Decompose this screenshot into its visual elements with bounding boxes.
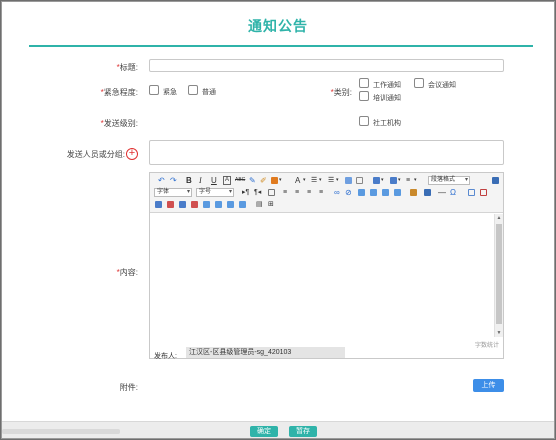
clear-format-icon[interactable]: ✐	[260, 176, 267, 185]
italic-icon[interactable]: I	[199, 176, 202, 185]
paragraph-format-select[interactable]: 段落格式	[428, 176, 470, 185]
chevron-down-icon[interactable]: ▾	[336, 176, 339, 185]
attachment-label: 附件:	[119, 383, 138, 392]
scroll-thumb[interactable]	[496, 224, 502, 324]
align-center-icon[interactable]: ≡	[295, 188, 299, 197]
insert-image-icon[interactable]	[410, 189, 417, 196]
row-spacing-top-icon[interactable]	[373, 177, 380, 184]
insert-row-icon[interactable]	[155, 201, 162, 208]
insert-table-icon[interactable]	[468, 189, 475, 196]
delete-table-icon[interactable]	[480, 189, 487, 196]
insert-col-icon[interactable]	[179, 201, 186, 208]
ordered-list-icon[interactable]: ☰	[311, 176, 317, 185]
delete-row-icon[interactable]	[167, 201, 174, 208]
horizontal-rule-icon[interactable]: —	[438, 188, 446, 197]
underline-icon[interactable]: U	[211, 176, 217, 185]
editor-toolbar: ↶ ↷ B I U A ABC ✎ ✐ ▾ A ▾ ☰ ▾ ☰ ▾ ▾ ▾ ≡ …	[150, 173, 503, 213]
delete-col-icon[interactable]	[191, 201, 198, 208]
clear-doc-icon[interactable]	[356, 177, 363, 184]
chevron-down-icon[interactable]: ▾	[414, 176, 417, 185]
chevron-down-icon[interactable]: ▾	[398, 176, 401, 185]
rich-text-editor: ↶ ↷ B I U A ABC ✎ ✐ ▾ A ▾ ☰ ▾ ☰ ▾ ▾ ▾ ≡ …	[149, 172, 504, 360]
merge-down-icon[interactable]	[227, 201, 234, 208]
word-count-label: 字数统计	[474, 343, 499, 349]
bold-icon[interactable]: B	[186, 176, 192, 185]
image-none-icon[interactable]	[370, 189, 377, 196]
merge-cells-icon[interactable]	[203, 201, 210, 208]
merge-right-icon[interactable]	[215, 201, 222, 208]
category-work-checkbox[interactable]	[359, 78, 369, 88]
row-spacing-bottom-icon[interactable]	[390, 177, 397, 184]
image-right-icon[interactable]	[382, 189, 389, 196]
urgency-label: *紧急程度:	[100, 88, 138, 97]
recipients-input[interactable]	[149, 140, 504, 165]
special-chars-icon[interactable]: Ω	[450, 188, 456, 197]
chevron-down-icon[interactable]: ▾	[319, 176, 322, 185]
auto-layout-icon[interactable]	[271, 177, 278, 184]
send-level-social-checkbox[interactable]	[359, 116, 369, 126]
editor-content-area[interactable]	[150, 214, 503, 336]
add-recipient-icon[interactable]: +	[126, 148, 138, 160]
content-label: *内容:	[116, 268, 138, 277]
recipients-label: 发送人员或分组:	[66, 150, 125, 159]
unlink-icon[interactable]: ⊘	[345, 188, 352, 197]
select-all-icon[interactable]	[345, 177, 352, 184]
font-family-select[interactable]: 字体	[154, 188, 192, 197]
chevron-down-icon[interactable]: ▾	[381, 176, 384, 185]
unordered-list-icon[interactable]: ☰	[328, 176, 334, 185]
ltr-icon[interactable]: ▸¶	[242, 188, 249, 197]
print-icon[interactable]: ▤	[256, 200, 263, 209]
indent-icon[interactable]	[268, 189, 275, 196]
align-justify-icon[interactable]: ≡	[319, 188, 323, 197]
category-meeting-checkbox[interactable]	[414, 78, 424, 88]
chevron-down-icon[interactable]: ▾	[303, 176, 306, 185]
author-field: 江汉区-区县级管理员-sg_420103	[186, 347, 345, 358]
urgency-urgent-checkbox[interactable]	[149, 85, 159, 95]
font-color-icon[interactable]: A	[295, 176, 300, 185]
scroll-up-icon[interactable]: ▲	[496, 215, 502, 221]
urgency-urgent-label: 紧急	[163, 89, 177, 96]
horizontal-scrollbar[interactable]	[2, 429, 120, 434]
insert-video-icon[interactable]	[424, 189, 431, 196]
urgency-normal-checkbox[interactable]	[188, 85, 198, 95]
send-level-social-label: 社工机构	[373, 120, 401, 127]
fullscreen-icon[interactable]	[492, 177, 499, 184]
chevron-down-icon[interactable]: ▾	[279, 176, 282, 185]
undo-icon[interactable]: ↶	[158, 176, 165, 185]
title-label: *标题:	[116, 63, 138, 72]
category-work-label: 工作通知	[373, 82, 401, 89]
author-label: 发布人:	[154, 353, 177, 360]
title-input[interactable]	[149, 59, 504, 72]
confirm-button[interactable]: 确定	[250, 426, 278, 437]
line-height-icon[interactable]: ≡	[406, 176, 410, 185]
category-meeting-label: 会议通知	[428, 82, 456, 89]
notice-form-window: 通知公告 *标题: *紧急程度: 紧急 普通 *类别: 工作通知 会议通知 培训…	[1, 1, 555, 439]
align-left-icon[interactable]: ≡	[283, 188, 287, 197]
send-level-label: *发送级别:	[100, 119, 138, 128]
category-training-label: 培训通知	[373, 95, 401, 102]
search-replace-icon[interactable]: ⊞	[268, 200, 274, 209]
split-cells-icon[interactable]	[239, 201, 246, 208]
scroll-down-icon[interactable]: ▼	[496, 330, 502, 336]
font-size-select[interactable]: 字号	[196, 188, 234, 197]
font-border-icon[interactable]: A	[223, 176, 231, 185]
category-training-checkbox[interactable]	[359, 91, 369, 101]
footer-bar: 确定 暂存	[2, 421, 554, 438]
category-label: *类别:	[330, 88, 352, 97]
save-draft-button[interactable]: 暂存	[289, 426, 317, 437]
rtl-icon[interactable]: ¶◂	[254, 188, 261, 197]
editor-scrollbar[interactable]: ▲ ▼	[494, 214, 503, 337]
redo-icon[interactable]: ↷	[170, 176, 177, 185]
align-right-icon[interactable]: ≡	[307, 188, 311, 197]
format-brush-icon[interactable]: ✎	[249, 176, 256, 185]
strikethrough-icon[interactable]: ABC	[235, 176, 245, 185]
link-icon[interactable]: ∞	[334, 188, 340, 197]
image-left-icon[interactable]	[358, 189, 365, 196]
urgency-normal-label: 普通	[202, 89, 216, 96]
upload-button[interactable]: 上传	[473, 379, 504, 392]
image-center-icon[interactable]	[394, 189, 401, 196]
page-title: 通知公告	[248, 18, 308, 34]
title-divider	[29, 45, 533, 47]
